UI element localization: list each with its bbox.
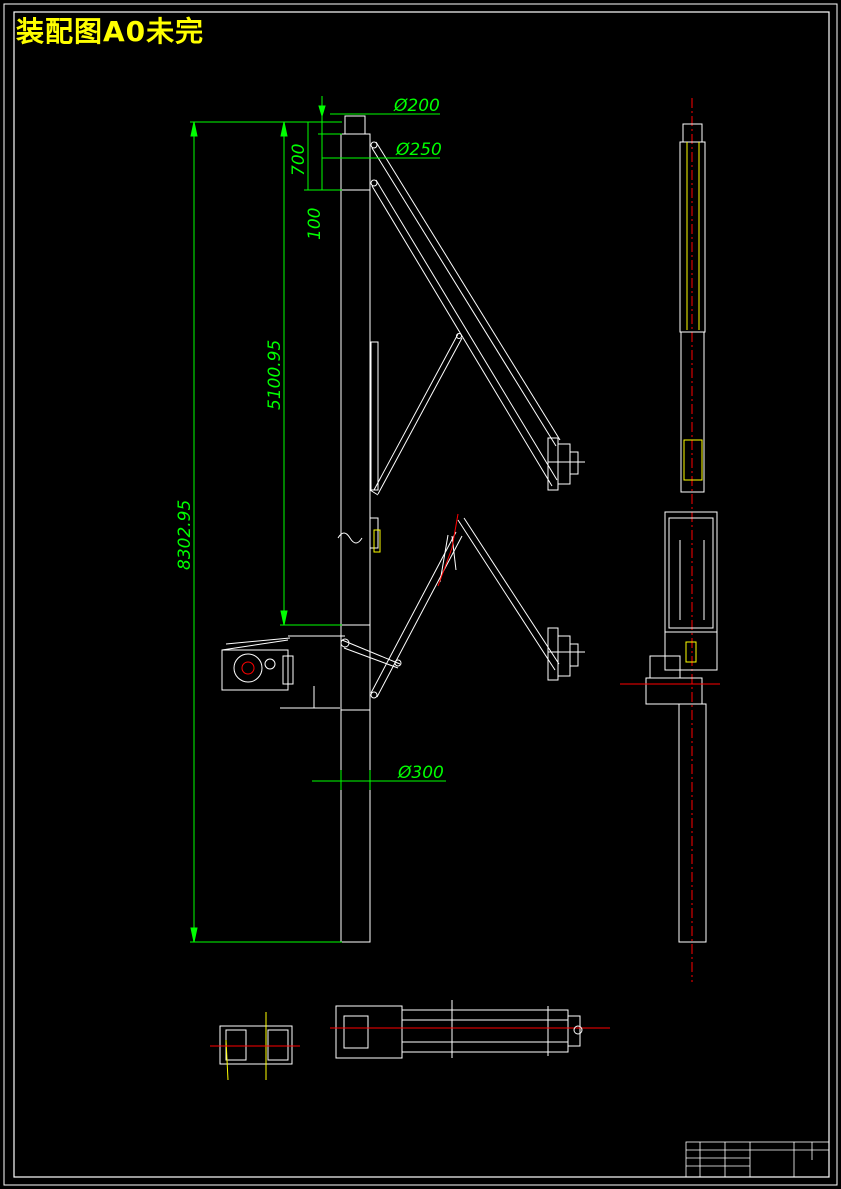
dim-d300: Ø300 (397, 763, 444, 783)
lower-gripper (547, 627, 585, 681)
break-mark (337, 532, 363, 544)
dim-d250: Ø250 (395, 140, 442, 160)
dim-100: 100 (305, 208, 325, 240)
upper-arm (369, 141, 561, 496)
upper-gripper (547, 437, 585, 491)
outer-border (3, 3, 838, 1186)
assembly-drawing: Ø200 Ø250 Ø300 700 100 5100.95 8302.95 (3, 3, 838, 1186)
dim-d200: Ø200 (393, 96, 440, 116)
dim-8302: 8302.95 (175, 500, 195, 570)
dim-5100: 5100.95 (265, 340, 285, 410)
main-column (340, 133, 371, 943)
inner-border (13, 11, 830, 1178)
column-top-segment (344, 115, 366, 135)
winch-unit (221, 635, 345, 709)
side-view (620, 98, 720, 982)
title-block (685, 1141, 830, 1178)
main-view (221, 115, 585, 943)
bottom-views (210, 1000, 610, 1081)
dim-700: 700 (289, 144, 309, 176)
side-rail (370, 341, 379, 491)
